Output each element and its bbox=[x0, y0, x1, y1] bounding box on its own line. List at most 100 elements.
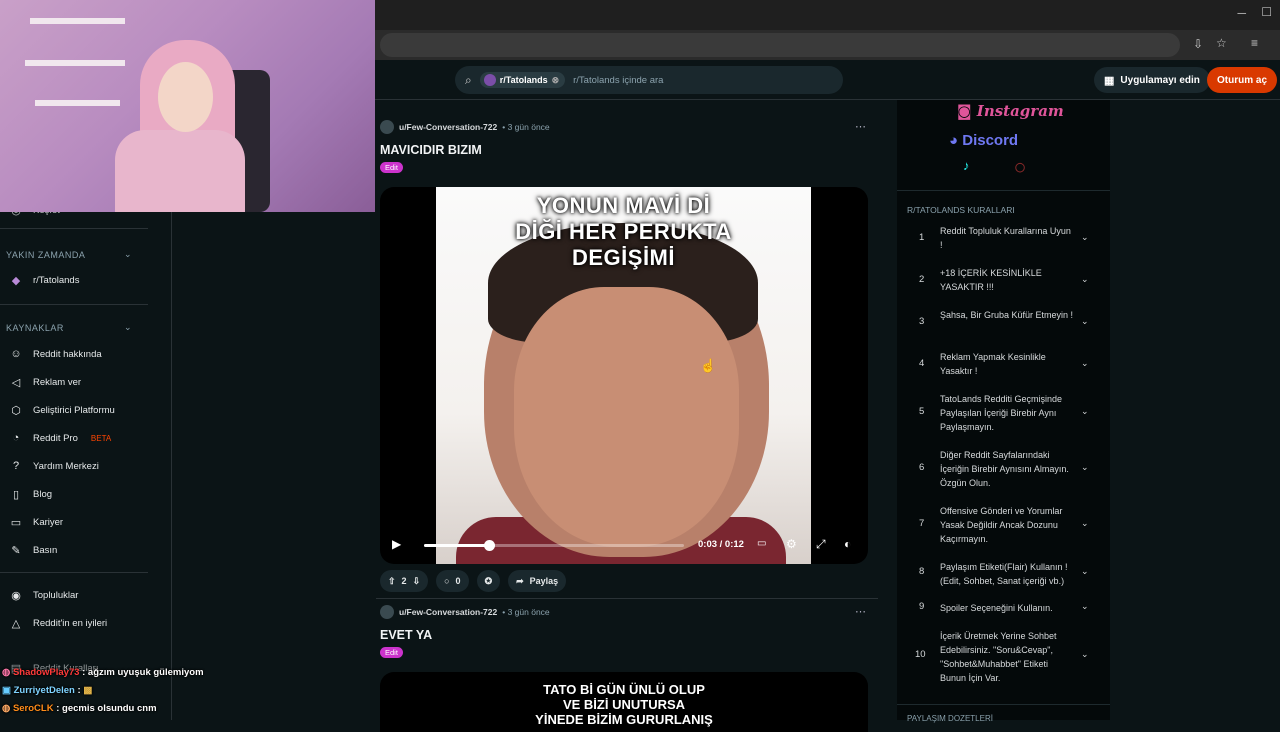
community-avatar-icon bbox=[483, 74, 496, 86]
rule-text: Paylaşım Etiketi(Flair) Kullanın ! (Edit… bbox=[940, 562, 1068, 586]
sidebar-item-help[interactable]: ? Yardım Merkezi bbox=[8, 460, 99, 472]
community-search-chip[interactable]: r/Tatolands ⊗ bbox=[479, 72, 566, 88]
divider bbox=[897, 704, 1110, 705]
post-title[interactable]: EVET YA bbox=[376, 628, 878, 642]
mouse-cursor-icon: ☝ bbox=[700, 358, 717, 373]
captions-icon[interactable]: ▭ bbox=[757, 538, 766, 549]
chevron-down-icon[interactable]: ⌄ bbox=[1081, 518, 1089, 529]
fullscreen-icon[interactable]: ⤢ bbox=[816, 537, 826, 552]
rule-number: 5 bbox=[919, 406, 925, 417]
award-button[interactable]: ✪ bbox=[476, 570, 501, 592]
chevron-down-icon[interactable]: ⌄ bbox=[1081, 316, 1089, 327]
video-player[interactable]: TATO Bİ GÜN ÜNLÜ OLUP VE BİZİ UNUTURSA Y… bbox=[380, 672, 868, 732]
chevron-down-icon[interactable]: ⌄ bbox=[124, 322, 132, 333]
youtube-icon[interactable]: ◯ bbox=[1015, 162, 1025, 173]
chevron-down-icon[interactable]: ⌄ bbox=[1081, 462, 1089, 473]
sidebar-item-pro[interactable]: ◔ Reddit Pro BETA bbox=[8, 432, 112, 444]
instagram-link[interactable]: ◙ Instagram bbox=[957, 102, 1064, 120]
pro-icon: ◔ bbox=[12, 432, 20, 444]
sidebar-item-advertise[interactable]: ◁ Reklam ver bbox=[8, 376, 81, 389]
window-minimize-icon[interactable]: ─ bbox=[1237, 6, 1246, 20]
sidebar-item-label: Yardım Merkezi bbox=[33, 460, 99, 472]
more-options-icon[interactable]: ⋯ bbox=[855, 120, 866, 133]
briefcase-icon: ▭ bbox=[10, 517, 22, 529]
sidebar-item-label: Topluluklar bbox=[33, 590, 79, 601]
sidebar-item-best-of[interactable]: △ Reddit'in en iyileri bbox=[8, 617, 107, 630]
post-card[interactable]: u/Few-Conversation-722 • 3 gün önce ⋯ EV… bbox=[376, 605, 878, 660]
chevron-down-icon[interactable]: ⌄ bbox=[1081, 406, 1089, 417]
video-scrubber-handle[interactable] bbox=[484, 540, 495, 551]
user-avatar[interactable] bbox=[380, 605, 394, 619]
search-placeholder[interactable]: r/Tatolands içinde ara bbox=[573, 75, 663, 86]
user-avatar[interactable] bbox=[380, 120, 394, 134]
video-controls: ▶ 0:03 / 0:12 ▭ ⚙ ⤢ ◐ bbox=[380, 527, 868, 564]
discord-link[interactable]: ◕ Discord bbox=[949, 132, 1018, 149]
post-card[interactable]: u/Few-Conversation-722 • 3 gün önce ⋯ MA… bbox=[376, 120, 878, 175]
play-icon[interactable]: ▶ bbox=[392, 537, 401, 551]
sidebar-item-label: Blog bbox=[33, 489, 53, 500]
chat-badge-icon: ◍ bbox=[2, 703, 11, 714]
rule-text: Şahsa, Bir Gruba Küfür Etmeyin ! bbox=[940, 310, 1074, 320]
video-frame: YONUN MAVİ Dİ DİĞİ HER PERUKTA DEGİŞİMİ bbox=[436, 187, 811, 564]
more-options-icon[interactable]: ⋯ bbox=[855, 605, 866, 618]
chevron-down-icon[interactable]: ⌄ bbox=[1081, 232, 1089, 243]
rule-number: 3 bbox=[919, 316, 925, 327]
instagram-icon: ◙ bbox=[957, 102, 972, 120]
share-button[interactable]: ➦ Paylaş bbox=[508, 570, 567, 592]
sidebar-item-developer[interactable]: ⬡ Geliştirici Platformu bbox=[8, 404, 115, 417]
login-button[interactable]: Oturum aç bbox=[1207, 67, 1278, 93]
chevron-down-icon[interactable]: ⌄ bbox=[1081, 274, 1089, 285]
post-title[interactable]: MAVICIDIR BIZIM bbox=[376, 143, 878, 157]
rule-text: Diğer Reddit Sayfalarındaki İçeriğin Bir… bbox=[940, 450, 1069, 488]
post-author[interactable]: u/Few-Conversation-722 bbox=[399, 122, 497, 132]
install-app-icon[interactable]: ⇩ bbox=[1193, 37, 1203, 51]
chat-username: ZurriyetDelen bbox=[13, 685, 75, 696]
video-caption-line: VE BİZİ UNUTURSA bbox=[562, 697, 686, 712]
emote-icon: ▩ bbox=[83, 685, 93, 696]
rule-text: İçerik Üretmek Yerine Sohbet Edebilirsin… bbox=[940, 631, 1057, 683]
shelf bbox=[25, 60, 125, 66]
sidebar-item-label: r/Tatolands bbox=[33, 275, 80, 286]
downvote-icon[interactable]: ⇩ bbox=[413, 576, 421, 587]
share-label: Paylaş bbox=[529, 576, 559, 586]
community-chip-label: r/Tatolands bbox=[499, 75, 548, 85]
sidebar-item-careers[interactable]: ▭ Kariyer bbox=[8, 516, 63, 529]
volume-icon[interactable]: ◐ bbox=[844, 537, 851, 551]
chevron-down-icon[interactable]: ⌄ bbox=[1081, 649, 1089, 660]
reading-list-icon[interactable]: ≡ bbox=[1251, 36, 1258, 50]
chat-text: : gecmis olsundu cnm bbox=[56, 703, 157, 714]
comments-button[interactable]: ○ 0 bbox=[436, 570, 469, 592]
settings-gear-icon[interactable]: ⚙ bbox=[786, 537, 797, 551]
post-flair[interactable]: Edit bbox=[380, 162, 403, 173]
chevron-down-icon[interactable]: ⌄ bbox=[1081, 358, 1089, 369]
sidebar-item-communities[interactable]: ◉ Topluluklar bbox=[8, 589, 78, 602]
upvote-icon[interactable]: ⇧ bbox=[388, 576, 396, 587]
video-progress-bar[interactable] bbox=[424, 540, 684, 551]
sidebar-item-tatolands[interactable]: ◆ r/Tatolands bbox=[8, 274, 80, 287]
sidebar-item-label: Geliştirici Platformu bbox=[33, 405, 115, 416]
post-author[interactable]: u/Few-Conversation-722 bbox=[399, 607, 497, 617]
video-caption-line: DEGİŞİMİ bbox=[571, 245, 675, 270]
tiktok-icon[interactable]: ♪ bbox=[963, 158, 970, 173]
post-flair[interactable]: Edit bbox=[380, 647, 403, 658]
bookmark-star-icon[interactable]: ☆ bbox=[1216, 36, 1227, 50]
sidebar-item-about[interactable]: ☺ Reddit hakkında bbox=[8, 348, 101, 360]
sidebar-item-press[interactable]: ✎ Basın bbox=[8, 544, 57, 557]
sidebar-item-label: Reddit Pro bbox=[33, 432, 78, 444]
clear-chip-icon[interactable]: ⊗ bbox=[552, 75, 560, 86]
address-bar[interactable] bbox=[380, 33, 1180, 57]
shelf bbox=[30, 18, 125, 24]
streamer-face bbox=[158, 62, 213, 132]
sidebar-item-blog[interactable]: ▯ Blog bbox=[8, 488, 52, 501]
video-player[interactable]: YONUN MAVİ Dİ DİĞİ HER PERUKTA DEGİŞİMİ … bbox=[380, 187, 868, 564]
chat-message: ▣ ZurriyetDelen : ▩ bbox=[0, 682, 260, 700]
search-bar[interactable]: ⌕ r/Tatolands ⊗ r/Tatolands içinde ara bbox=[455, 66, 843, 94]
chat-badge-icon: ▣ bbox=[2, 685, 11, 696]
developer-icon: ⬡ bbox=[11, 405, 21, 417]
chevron-down-icon[interactable]: ⌄ bbox=[1081, 601, 1089, 612]
chevron-down-icon[interactable]: ⌄ bbox=[124, 249, 132, 260]
vote-control[interactable]: ⇧ 2 ⇩ bbox=[380, 570, 429, 592]
get-app-button[interactable]: ▦ Uygulamayı edin bbox=[1094, 67, 1210, 93]
window-maximize-icon[interactable]: ☐ bbox=[1261, 5, 1272, 19]
chevron-down-icon[interactable]: ⌄ bbox=[1081, 566, 1089, 577]
